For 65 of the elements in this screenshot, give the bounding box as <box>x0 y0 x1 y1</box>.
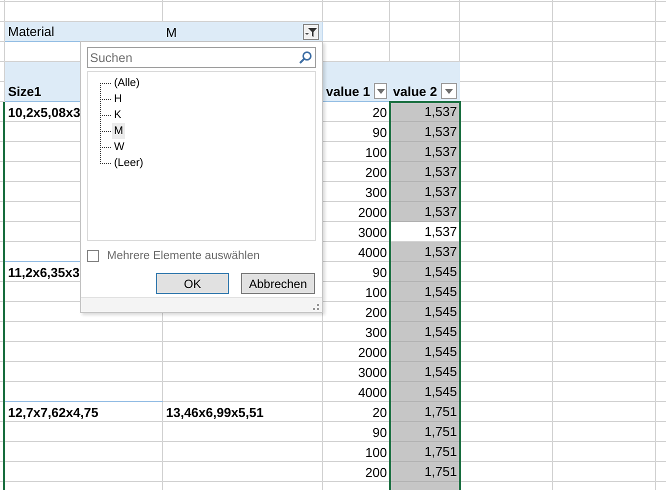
table-cell: 1,545 <box>390 322 460 342</box>
cancel-button[interactable]: Abbrechen <box>241 273 315 294</box>
table-cell: 1,545 <box>390 362 460 382</box>
checkbox[interactable] <box>87 250 99 262</box>
resize-grip-icon[interactable] <box>313 304 319 310</box>
table-cell-text: 200 <box>364 304 388 322</box>
list-item[interactable]: K <box>112 107 124 123</box>
table-cell-text: 90 <box>372 424 388 442</box>
table-cell-text: 2000 <box>357 344 388 362</box>
table-cell: 1,537 <box>390 202 460 222</box>
row-label: 11,2x6,35x3 <box>8 265 80 280</box>
list-item[interactable]: (Alle) <box>112 75 142 91</box>
table-cell: 1,537 <box>390 122 460 142</box>
caret-icon <box>376 88 385 94</box>
search-icon <box>299 51 312 64</box>
filter-icon <box>305 27 317 37</box>
table-cell-text: 100 <box>364 444 388 462</box>
column-header: Size1 <box>8 84 42 99</box>
filter-label: Material <box>5 22 163 42</box>
caret-icon <box>445 88 454 94</box>
table-cell-text: 300 <box>364 184 388 202</box>
table-cell-text: 100 <box>364 284 388 302</box>
list-item[interactable]: H <box>112 91 124 107</box>
table-cell-text: 3000 <box>357 364 388 382</box>
table-cell: 1,537 <box>390 102 460 122</box>
checkbox-label: Mehrere Elemente auswählen <box>107 250 260 262</box>
list-item[interactable]: (Leer) <box>112 155 146 171</box>
ok-button[interactable]: OK <box>156 273 229 294</box>
table-cell-text: 100 <box>364 144 388 162</box>
table-cell: 1,751 <box>390 402 460 422</box>
table-cell-text: 90 <box>372 124 388 142</box>
table-cell-text: 20 <box>372 104 388 122</box>
row-label: 13,46x6,99x5,51 <box>166 405 264 420</box>
table-cell: 1,537 <box>390 242 460 262</box>
dropdown-button[interactable] <box>441 83 457 99</box>
table-cell: 1,537 <box>390 142 460 162</box>
table-cell: 1,545 <box>390 382 460 402</box>
table-cell-text: 90 <box>372 264 388 282</box>
table-cell: 1,545 <box>390 282 460 302</box>
table-cell-text: 300 <box>364 324 388 342</box>
column-header: value 2 <box>393 84 438 99</box>
filter-button[interactable] <box>303 24 319 40</box>
row-label: 10,2x5,08x3 <box>8 105 80 120</box>
table-cell: 1,545 <box>390 342 460 362</box>
table-cell-text: 3000 <box>357 224 388 242</box>
dropdown-button[interactable] <box>374 83 387 99</box>
table-cell-text: 4000 <box>357 384 388 402</box>
table-cell-text: 200 <box>364 464 388 482</box>
table-cell: 1,751 <box>390 422 460 442</box>
column-header: value 1 <box>326 84 370 99</box>
search-field[interactable]: Suchen <box>87 47 316 68</box>
table-cell: 1,545 <box>390 262 460 282</box>
table-cell-text: 20 <box>372 404 388 422</box>
filter-value: M <box>166 25 177 40</box>
table-cell: 1,537 <box>390 162 460 182</box>
table-cell: 1,751 <box>390 462 460 482</box>
row-label: 12,7x7,62x4,75 <box>8 405 98 420</box>
table-cell: 1,751 <box>390 442 460 462</box>
list-item[interactable]: W <box>112 139 126 155</box>
table-cell: 1,545 <box>390 302 460 322</box>
table-cell-text: 2000 <box>357 204 388 222</box>
table-cell: 1,537 <box>390 182 460 202</box>
table-cell-text: 200 <box>364 164 388 182</box>
table-cell-text: 4000 <box>357 244 388 262</box>
list-item[interactable]: M <box>112 123 126 139</box>
